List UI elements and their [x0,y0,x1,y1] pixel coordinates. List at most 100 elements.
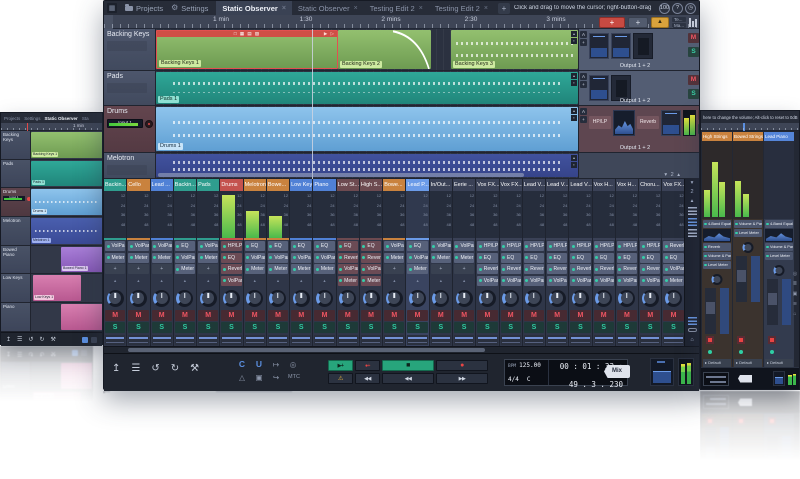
master-fader[interactable] [650,358,674,386]
plugin-chip-volpan[interactable]: VolPan [640,276,660,286]
mixer-strip-lead-v-20[interactable]: Lead V...12243648HP/LPEQReverbVolPanMS [569,179,592,346]
redo-icon[interactable]: ↻ [171,362,179,376]
plugin-chip-eq[interactable]: EQ [407,241,427,251]
plugin-chip-eq[interactable]: EQ [361,241,381,251]
strip-name[interactable]: Melotron [244,179,266,191]
strip-name[interactable]: Lead V... [546,179,568,191]
strip-fader-mini[interactable] [175,335,195,345]
strip-name[interactable]: Vox FX... [500,179,522,191]
left-window-clip[interactable]: Pads 1 [31,161,102,187]
pan-knob[interactable] [153,290,170,307]
mixer-strip-vox-h-22[interactable]: Vox H...12243648HP/LPEQReverbVolPanMS [616,179,639,346]
pan-knob[interactable] [223,290,240,307]
pan-knob[interactable] [743,242,754,253]
strip-fader-mini[interactable] [524,335,544,345]
plugin-chip-reverb[interactable]: Reverb [524,264,544,274]
strip-mute-button[interactable]: M [384,310,404,321]
strip-solo-button[interactable]: S [128,322,148,333]
plugin-mini-display[interactable] [611,33,631,59]
strip-mute-button[interactable]: M [640,310,660,321]
strip-mute-button[interactable]: M [128,310,148,321]
strip-mute-button[interactable]: M [245,310,265,321]
strip-fader-mini[interactable] [291,335,311,345]
plugin-mini-display[interactable] [589,33,609,59]
strip-solo-button[interactable]: S [524,322,544,333]
plugin-list-expander[interactable]: ▴ [105,276,125,286]
plugin-chip-reverb[interactable]: Reverb [703,243,731,251]
rewind-button[interactable]: ◀◀ [382,373,434,384]
side-icon[interactable]: ▣ [793,291,798,297]
arrangement-scrollbar[interactable] [158,173,524,177]
plugin-list-expander[interactable]: ▴ [198,276,218,286]
left-window-track-header[interactable]: Backing Keys [1,131,31,159]
strip-solo-button[interactable]: S [221,322,241,333]
plugin-chip-eq[interactable]: EQ [501,253,521,263]
strip-name[interactable]: Vox H... [593,179,615,191]
mixer-scrollbar[interactable] [104,346,699,353]
plugin-chip-meter[interactable]: Meter [338,276,358,286]
plugin-chip-volpan[interactable]: VolPan [570,276,590,286]
mixer-strip-low-keys-8[interactable]: Low Keys12243648EQVolPanMeter▴MS [290,179,313,346]
plugin-list-expander[interactable]: ▴ [175,276,195,286]
chase-icon[interactable]: C [237,359,247,370]
plugin-chip-meter[interactable]: Meter [361,276,381,286]
track-header-backing-keys[interactable]: Backing Keys [104,29,156,70]
left-window-clip[interactable]: Bowed Piano 1 [61,247,102,273]
strip-name[interactable]: High S... [360,179,382,191]
strip-solo-button[interactable]: S [291,322,311,333]
strip-name[interactable]: Backin... [174,179,196,191]
strip-name[interactable]: Bowe... [383,179,405,191]
pan-knob[interactable] [130,290,147,307]
strip-name[interactable]: Drums [220,179,242,191]
plugin-chip-meter[interactable]: Meter [105,253,125,263]
mixer-strip-cello-1[interactable]: Cello12243648VolPanMeter+▴MS [127,179,150,346]
plugin-chip-4-band-equaliser[interactable]: 4-Band Equaliser [703,220,731,228]
strip-name[interactable]: Piano [313,179,335,191]
strip-fader-mini[interactable] [407,335,427,345]
tools-wrench-icon[interactable]: ⚒ [50,336,55,343]
plugin-chip-hp-lp[interactable]: HP/LP [640,241,660,251]
output-destination[interactable]: Output 1 + 2 [579,98,691,104]
plugin-chip-meter[interactable]: Meter [268,264,288,274]
strip-name[interactable]: Pads [197,179,219,191]
plugin-chip-volpan[interactable]: VolPan [663,264,683,274]
lane-automation-hooks[interactable]: ▴▪ [571,31,577,44]
plugin-chip-reverb[interactable]: Reverb [221,264,241,274]
add-plugin-slot[interactable]: + [454,264,474,274]
left-window-tab-settings[interactable]: Settings [24,116,40,121]
punch-button[interactable]: ▶+ [328,360,353,371]
plugin-chip-volpan[interactable]: VolPan [314,253,334,263]
tab-testing-edit-2-3[interactable]: Testing Edit 2× [429,1,494,15]
close-icon[interactable]: × [282,5,286,12]
loop-icon[interactable]: ↪ [271,372,281,383]
rack-view-icon-active[interactable] [688,218,697,226]
plugin-chip-volpan[interactable]: VolPan [594,276,614,286]
clip-backing-keys-3[interactable]: Backing Keys 3 [451,30,578,69]
strip-fader-mini[interactable] [245,335,265,345]
plugin-list-expander[interactable]: ▴ [384,276,404,286]
plugin-spectrum-display[interactable] [613,110,635,136]
track-lane-pads[interactable]: Pads 1 [156,71,578,105]
plugin-chip-eq[interactable]: EQ [245,241,265,251]
playhead-cursor[interactable] [312,29,313,179]
mixer-strip-bowe-12[interactable]: Bowe...12243648VolPanMeter+▴MS [383,179,406,346]
tempo-toggle[interactable]: Te... [672,17,686,22]
pan-knob[interactable] [595,290,612,307]
timeline-ruler[interactable]: + + ▲ Te... Ma... 1 min1:302 mins2:303 m… [104,15,699,29]
strip-solo-button[interactable]: S [152,322,172,333]
plugin-chip-volpan[interactable]: VolPan [524,276,544,286]
redo-icon[interactable]: ↻ [39,336,44,343]
plugin-list-expander[interactable]: ▴ [152,276,172,286]
export-icon[interactable]: ↥ [112,362,120,376]
mute-button[interactable] [706,336,714,344]
left-window-track-header[interactable]: Bowed Piano [1,246,31,274]
strip-fader-mini[interactable] [268,335,288,345]
track-fader[interactable] [633,33,653,59]
help-badge[interactable]: ? [672,3,683,14]
strip-mute-button[interactable]: M [314,310,334,321]
automation-add-button[interactable]: + [580,39,587,46]
left-window-track-header[interactable]: Melotron [1,217,31,245]
strip-solo-button[interactable]: S [594,322,614,333]
track-header-pads[interactable]: Pads [104,71,156,105]
strip-solo-button[interactable]: S [245,322,265,333]
